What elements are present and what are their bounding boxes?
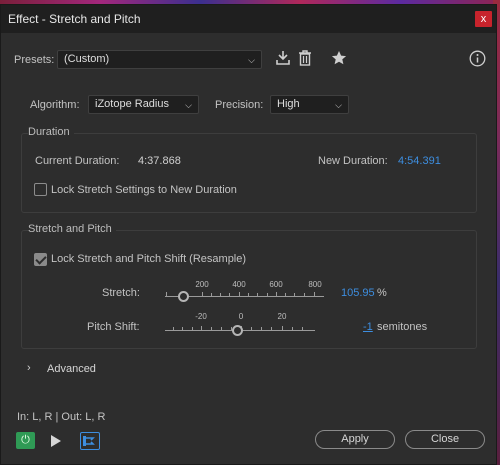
stretch-knob[interactable] bbox=[178, 291, 189, 302]
stretch-tick bbox=[202, 292, 203, 296]
pitch-tick bbox=[302, 327, 303, 330]
duration-title: Duration bbox=[28, 126, 74, 138]
stretch-tick bbox=[257, 293, 258, 296]
pitch-tick bbox=[282, 326, 283, 330]
stretch-tick bbox=[304, 293, 305, 296]
lock-stretch-pitch-label: Lock Stretch and Pitch Shift (Resample) bbox=[51, 253, 247, 265]
presets-value: (Custom) bbox=[64, 53, 110, 65]
stretch-tick bbox=[248, 293, 249, 296]
stretch-pitch-title: Stretch and Pitch bbox=[28, 223, 116, 235]
pitch-tick bbox=[192, 327, 193, 330]
close-window-button[interactable]: x bbox=[475, 11, 492, 27]
stretch-tick bbox=[294, 293, 295, 296]
precision-value: High bbox=[277, 98, 300, 110]
precision-dropdown[interactable]: High ⌵ bbox=[270, 95, 349, 114]
pitch-tick-label: -20 bbox=[195, 312, 207, 321]
chevron-right-icon: › bbox=[27, 362, 31, 374]
stretch-tick-label: 600 bbox=[269, 280, 283, 289]
pitch-tick bbox=[173, 327, 174, 330]
stretch-pitch-dialog: Effect - Stretch and Pitch x Presets: (C… bbox=[0, 4, 497, 465]
advanced-label: Advanced bbox=[47, 363, 96, 375]
algorithm-label: Algorithm: bbox=[30, 99, 80, 111]
pitch-shift-value[interactable]: -1 bbox=[363, 321, 373, 333]
pitch-tick bbox=[261, 327, 262, 330]
pitch-tick bbox=[221, 327, 222, 330]
stretch-tick-label: 200 bbox=[195, 280, 209, 289]
stretch-tick bbox=[211, 293, 212, 296]
new-duration-value[interactable]: 4:54.391 bbox=[398, 155, 441, 167]
current-duration-value: 4:37.868 bbox=[138, 155, 181, 167]
io-routing-text: In: L, R | Out: L, R bbox=[17, 411, 106, 423]
stretch-tick-label: 400 bbox=[232, 280, 246, 289]
pitch-tick bbox=[271, 327, 272, 330]
pitch-tick-label: 0 bbox=[238, 312, 244, 321]
download-icon[interactable] bbox=[275, 49, 291, 67]
pitch-tick bbox=[292, 327, 293, 330]
route-icon[interactable] bbox=[80, 432, 100, 450]
star-icon[interactable] bbox=[331, 50, 347, 66]
stretch-tick bbox=[276, 292, 277, 296]
stretch-tick bbox=[314, 292, 315, 296]
algorithm-value: iZotope Radius bbox=[95, 98, 169, 110]
stretch-tick bbox=[239, 292, 240, 296]
stretch-tick bbox=[285, 293, 286, 296]
stretch-tick bbox=[267, 293, 268, 296]
chevron-down-icon: ⌵ bbox=[185, 100, 192, 110]
chevron-down-icon: ⌵ bbox=[335, 100, 342, 110]
apply-button[interactable]: Apply bbox=[315, 430, 395, 449]
advanced-toggle[interactable]: › Advanced bbox=[25, 362, 115, 378]
current-duration-label: Current Duration: bbox=[35, 155, 120, 167]
pitch-tick bbox=[182, 327, 183, 330]
algorithm-dropdown[interactable]: iZotope Radius ⌵ bbox=[88, 95, 199, 114]
stretch-value[interactable]: 105.95 bbox=[341, 287, 375, 299]
stretch-tick-label: 800 bbox=[308, 280, 322, 289]
pitch-tick bbox=[211, 327, 212, 330]
pitch-shift-unit: semitones bbox=[377, 321, 428, 333]
pitch-tick bbox=[201, 326, 202, 330]
stretch-unit: % bbox=[377, 287, 387, 299]
window-title: Effect - Stretch and Pitch bbox=[8, 12, 141, 26]
stretch-tick bbox=[220, 293, 221, 296]
lock-stretch-pitch-checkbox[interactable] bbox=[34, 253, 47, 266]
precision-label: Precision: bbox=[215, 99, 264, 111]
close-button[interactable]: Close bbox=[405, 430, 485, 449]
pitch-shift-label: Pitch Shift: bbox=[87, 321, 140, 333]
title-bar[interactable]: Effect - Stretch and Pitch x bbox=[1, 5, 496, 33]
stretch-tick bbox=[229, 293, 230, 296]
pitch-shift-knob[interactable] bbox=[232, 325, 243, 336]
presets-dropdown[interactable]: (Custom) ⌵ bbox=[57, 50, 262, 69]
play-icon[interactable] bbox=[50, 434, 62, 448]
lock-duration-label: Lock Stretch Settings to New Duration bbox=[51, 184, 237, 196]
pitch-tick-label: 20 bbox=[277, 312, 287, 321]
info-icon[interactable] bbox=[469, 50, 486, 67]
stretch-label: Stretch: bbox=[102, 287, 140, 299]
trash-icon[interactable] bbox=[298, 49, 312, 67]
duration-group bbox=[21, 133, 477, 213]
pitch-tick bbox=[251, 327, 252, 330]
lock-duration-checkbox[interactable] bbox=[34, 183, 47, 196]
stretch-tick bbox=[166, 292, 167, 296]
presets-label: Presets: bbox=[14, 54, 55, 66]
power-icon[interactable]: ⏻ bbox=[16, 432, 35, 449]
new-duration-label: New Duration: bbox=[318, 155, 388, 167]
chevron-down-icon: ⌵ bbox=[248, 55, 255, 65]
